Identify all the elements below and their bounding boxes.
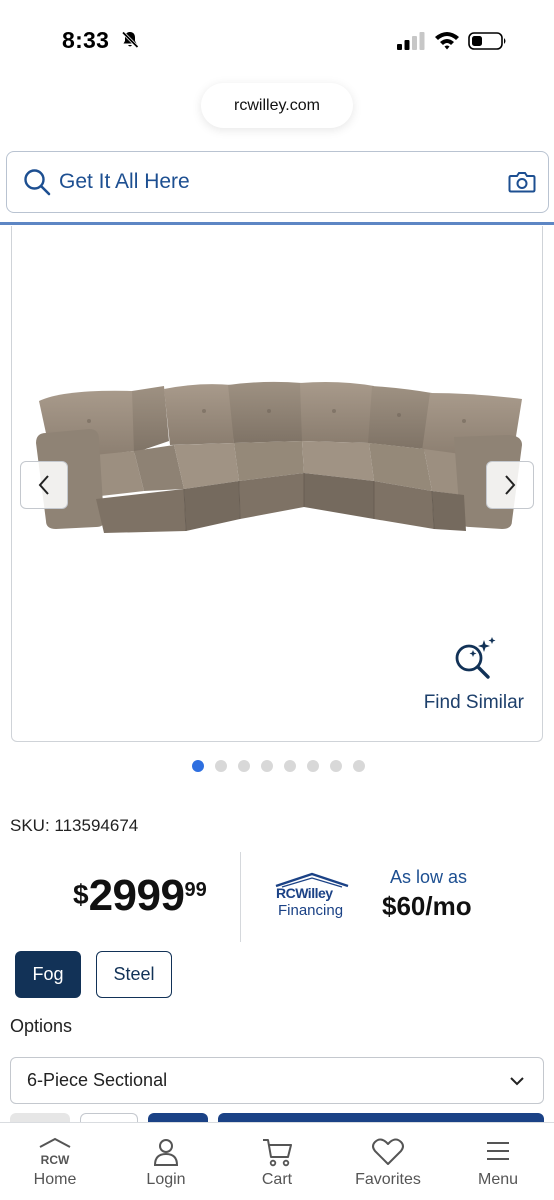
options-label: Options xyxy=(10,1016,73,1036)
nav-favorites-label: Favorites xyxy=(355,1171,421,1188)
options-selected-value: 6-Piece Sectional xyxy=(27,1070,168,1090)
search-icon xyxy=(24,169,51,196)
header-divider xyxy=(0,222,554,225)
gallery-dot[interactable] xyxy=(238,760,250,772)
url-text: rcwilley.com xyxy=(234,96,320,114)
heart-icon xyxy=(372,1138,404,1165)
gallery-dot[interactable] xyxy=(353,760,365,772)
status-bar: 8:33 xyxy=(0,0,554,78)
signal-icon xyxy=(397,32,425,50)
gallery-dot[interactable] xyxy=(215,760,227,772)
chevron-left-icon xyxy=(38,475,49,495)
bottom-nav: RCW Home Login Cart Favorites Menu xyxy=(0,1122,554,1200)
color-option-fog[interactable]: Fog xyxy=(15,951,81,998)
nav-favorites[interactable]: Favorites xyxy=(333,1123,443,1200)
user-icon xyxy=(153,1139,179,1166)
find-similar-icon[interactable] xyxy=(452,636,498,682)
gallery-next-button[interactable] xyxy=(486,461,534,509)
product-image-gallery[interactable]: Find Similar xyxy=(11,226,543,742)
financing-logo[interactable]: RCWilley Financing xyxy=(274,872,350,922)
chevron-down-icon xyxy=(510,1077,524,1086)
nav-cart[interactable]: Cart xyxy=(222,1123,332,1200)
price-currency: $ xyxy=(73,879,89,910)
options-select[interactable]: 6-Piece Sectional xyxy=(10,1057,544,1104)
gallery-prev-button[interactable] xyxy=(20,461,68,509)
status-time: 8:33 xyxy=(62,27,110,53)
search-placeholder: Get It All Here xyxy=(59,170,190,193)
wifi-icon xyxy=(435,32,459,50)
price-cents: 99 xyxy=(184,879,207,901)
nav-cart-label: Cart xyxy=(261,1171,293,1188)
home-logo-text: RCW xyxy=(41,1153,70,1167)
gallery-pagination xyxy=(192,760,365,772)
nav-menu-label: Menu xyxy=(477,1171,519,1188)
product-price: $299999 xyxy=(73,871,207,921)
hamburger-menu-icon xyxy=(487,1142,509,1160)
chevron-right-icon xyxy=(505,475,516,495)
gallery-dot[interactable] xyxy=(330,760,342,772)
cart-icon xyxy=(263,1139,292,1167)
product-sku: SKU: 113594674 xyxy=(10,816,139,835)
url-bar[interactable]: rcwilley.com xyxy=(201,83,353,128)
nav-login-label: Login xyxy=(146,1171,186,1188)
financing-sub: Financing xyxy=(278,902,344,919)
gallery-dot[interactable] xyxy=(307,760,319,772)
product-image-sectional-sofa xyxy=(36,381,522,533)
nav-home[interactable]: RCW Home xyxy=(0,1123,110,1200)
financing-monthly-payment[interactable]: $60/mo xyxy=(382,891,472,922)
battery-icon xyxy=(468,32,506,50)
search-input[interactable]: Get It All Here xyxy=(6,151,549,213)
bell-muted-icon xyxy=(121,31,139,49)
gallery-dot[interactable] xyxy=(192,760,204,772)
nav-menu[interactable]: Menu xyxy=(443,1123,553,1200)
price-divider xyxy=(240,852,241,942)
financing-as-low-as: As low as xyxy=(390,867,468,887)
rcw-home-icon: RCW xyxy=(39,1137,71,1167)
find-similar-button[interactable]: Find Similar xyxy=(424,692,524,714)
financing-brand: RCWilley xyxy=(276,885,333,901)
gallery-dot[interactable] xyxy=(261,760,273,772)
price-dollars: 2999 xyxy=(88,871,185,920)
nav-home-label: Home xyxy=(33,1171,77,1188)
camera-icon[interactable] xyxy=(508,170,536,194)
nav-login[interactable]: Login xyxy=(111,1123,221,1200)
color-option-steel[interactable]: Steel xyxy=(96,951,172,998)
gallery-dot[interactable] xyxy=(284,760,296,772)
